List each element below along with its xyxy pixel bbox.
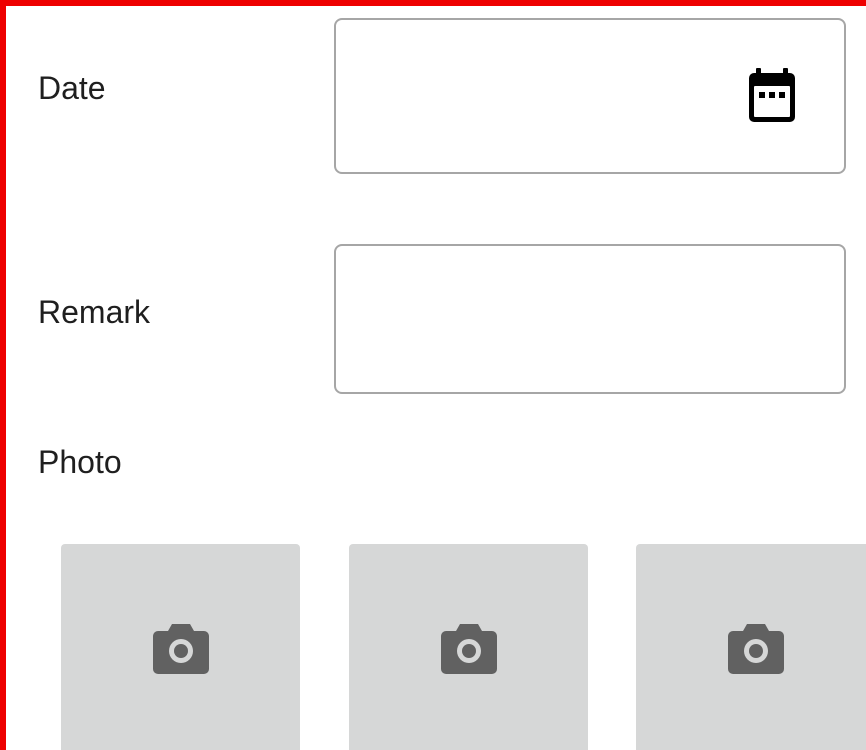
photo-slot-1[interactable]	[61, 544, 300, 750]
remark-field[interactable]	[334, 244, 846, 394]
camera-icon	[441, 622, 497, 674]
form-container: Date Remark Photo	[0, 0, 866, 750]
date-field[interactable]	[334, 18, 846, 174]
calendar-icon[interactable]	[746, 68, 798, 124]
photo-slot-3[interactable]	[636, 544, 866, 750]
camera-icon	[728, 622, 784, 674]
date-label: Date	[38, 70, 106, 106]
photo-label: Photo	[38, 444, 122, 480]
remark-input[interactable]	[336, 246, 844, 392]
remark-label: Remark	[38, 294, 151, 330]
camera-icon	[153, 622, 209, 674]
photo-slot-2[interactable]	[349, 544, 588, 750]
